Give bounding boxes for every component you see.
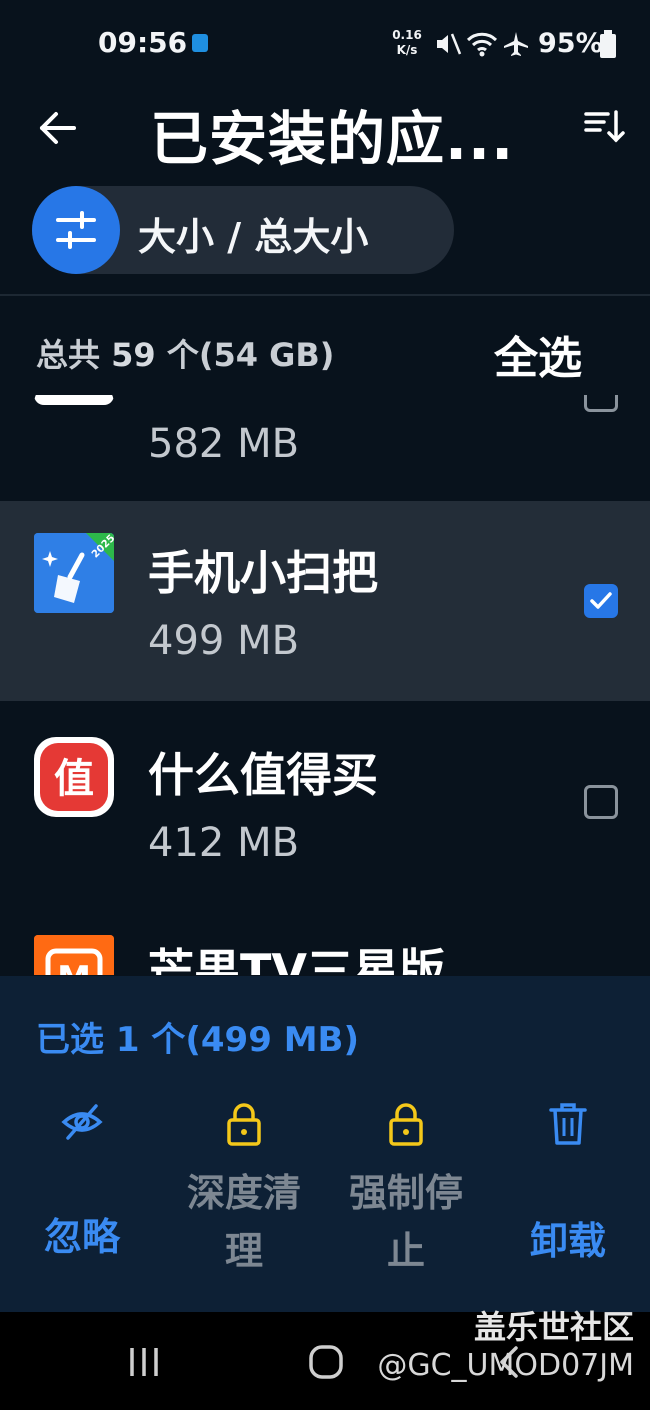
watermark-handle: @GC_UMOD07JM <box>377 1348 634 1383</box>
smzdm-icon: 值 <box>34 737 114 817</box>
app-checkbox[interactable] <box>584 584 618 618</box>
arrow-left-icon <box>40 112 76 144</box>
uninstall-label: 卸载 <box>529 1219 606 1263</box>
app-name: 手机小扫把 <box>148 546 378 600</box>
list-item[interactable]: 2025 手机小扫把 499 MB <box>0 501 650 701</box>
battery-percent: 95% <box>538 28 603 59</box>
lock-icon <box>389 1103 423 1146</box>
watermark-title: 盖乐世社区 <box>473 1308 634 1346</box>
filter-label: 大小 / 总大小 <box>138 215 369 259</box>
wifi-icon <box>466 32 498 57</box>
select-all-button[interactable]: 全选 <box>494 322 582 386</box>
selected-prefix: 已选 <box>36 1020 116 1060</box>
network-speed-value: 0.16 <box>392 28 422 42</box>
sort-descending-icon <box>584 110 625 143</box>
selected-suffix: 个(499 MB) <box>139 1020 359 1060</box>
recents-icon[interactable] <box>124 1344 164 1380</box>
checkmark-icon <box>590 592 612 609</box>
broom-cleaner-icon: 2025 <box>34 533 114 613</box>
total-suffix: 个(54 GB) <box>155 336 335 374</box>
partial-app-icon <box>34 395 114 465</box>
ignore-eye-icon <box>61 1104 103 1140</box>
app-size: 582 MB <box>148 421 300 467</box>
app-icon-glyph: 值 <box>54 756 94 802</box>
app-size: 412 MB <box>148 820 300 866</box>
app-size: 499 MB <box>148 618 300 664</box>
app-checkbox[interactable] <box>584 785 618 819</box>
force-stop-button: 强制停止 <box>336 1100 476 1280</box>
sort-button[interactable] <box>578 100 630 152</box>
list-item[interactable]: M 芒果TV三星版 <box>0 901 650 975</box>
notification-icon <box>192 34 208 52</box>
mute-icon <box>437 33 462 55</box>
page-title: 已安装的应... <box>150 105 515 173</box>
app-name: 什么值得买 <box>148 748 378 802</box>
header-divider <box>0 294 650 296</box>
lock-icon <box>227 1103 261 1146</box>
list-item[interactable]: 582 MB <box>0 395 650 500</box>
mango-tv-icon: M <box>34 935 114 975</box>
app-name: 芒果TV三星版 <box>148 944 445 975</box>
airplane-icon <box>504 32 528 56</box>
ignore-label: 忽略 <box>43 1215 120 1259</box>
app-list: 582 MB 2025 手机小扫把 499 MB 值 什么值得买 412 MB … <box>0 395 650 975</box>
sliders-icon <box>56 211 96 249</box>
battery-icon <box>600 30 616 58</box>
total-count: 59 <box>111 336 156 374</box>
trash-icon <box>549 1103 587 1145</box>
home-icon[interactable] <box>306 1344 346 1380</box>
list-item[interactable]: 值 什么值得买 412 MB <box>0 701 650 901</box>
app-icon-glyph: M <box>57 959 91 975</box>
deep-clean-button: 深度清理 <box>174 1100 314 1280</box>
size-filter-chip[interactable]: 大小 / 总大小 <box>32 186 454 274</box>
status-bar: 09:56 0.16 K/s 95% <box>0 0 650 90</box>
network-speed-unit: K/s <box>396 43 418 57</box>
status-time: 09:56 <box>98 26 188 59</box>
network-speed: 0.16 K/s <box>390 28 424 58</box>
back-button[interactable] <box>30 100 86 156</box>
filter-button[interactable] <box>32 186 120 274</box>
deep-clean-label: 深度清理 <box>186 1171 301 1273</box>
total-prefix: 总共 <box>36 336 112 374</box>
selected-count: 1 <box>115 1020 140 1060</box>
total-summary: 总共 59 个(54 GB) <box>36 330 334 376</box>
force-stop-label: 强制停止 <box>348 1171 463 1273</box>
ignore-button[interactable]: 忽略 <box>12 1100 152 1266</box>
selected-summary: 已选 1 个(499 MB) <box>36 1012 359 1061</box>
uninstall-button[interactable]: 卸载 <box>498 1100 638 1270</box>
app-checkbox[interactable] <box>584 395 618 412</box>
